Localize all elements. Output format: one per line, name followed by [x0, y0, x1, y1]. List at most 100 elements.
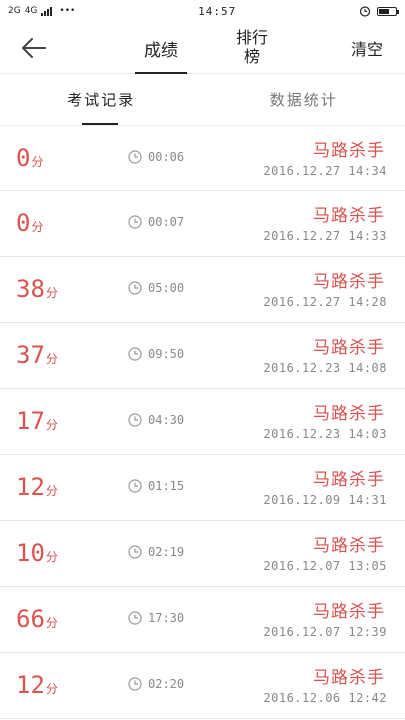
alarm-icon	[359, 6, 371, 17]
sub-tabs: 考试记录 数据统计	[0, 74, 405, 126]
record-date: 2016.12.06 12:42	[263, 691, 387, 705]
record-row[interactable]: 17分 04:30 马路杀手 2016.12.23 14:03	[0, 389, 405, 455]
duration: 17:30	[128, 611, 184, 625]
score-unit: 分	[45, 484, 58, 498]
player-name: 马路杀手	[313, 141, 385, 161]
status-bar: 2G 4G ••• 14:57	[0, 0, 405, 22]
record-row[interactable]: 38分 05:00 马路杀手 2016.12.27 14:28	[0, 257, 405, 323]
clock-icon	[128, 677, 142, 691]
record-date: 2016.12.07 12:39	[263, 625, 387, 639]
record-row[interactable]: 66分 17:30 马路杀手 2016.12.07 12:39	[0, 587, 405, 653]
back-button[interactable]	[18, 34, 48, 62]
clock-icon	[128, 545, 142, 559]
score-value: 12分	[16, 473, 58, 501]
nav-bar: 成绩 排行榜 清空	[0, 22, 405, 74]
duration-text: 05:00	[148, 281, 185, 295]
record-date: 2016.12.23 14:08	[263, 361, 387, 375]
record-row[interactable]: 0分 00:06 马路杀手 2016.12.27 14:34	[0, 126, 405, 191]
duration: 02:19	[128, 545, 184, 559]
score-number: 0	[16, 209, 31, 237]
score-value: 10分	[16, 539, 58, 567]
score-number: 0	[16, 144, 31, 172]
duration: 00:06	[128, 150, 184, 164]
player-name: 马路杀手	[313, 602, 385, 622]
nav-tabs: 成绩 排行榜	[132, 22, 274, 74]
duration: 01:15	[128, 479, 184, 493]
score-number: 10	[16, 539, 45, 567]
score-number: 38	[16, 275, 45, 303]
duration-text: 00:07	[148, 215, 185, 229]
duration: 02:20	[128, 677, 184, 691]
score-value: 0分	[16, 209, 43, 237]
duration-text: 09:50	[148, 347, 185, 361]
score-number: 17	[16, 407, 45, 435]
score-unit: 分	[45, 286, 58, 300]
battery-icon	[377, 6, 399, 16]
record-row[interactable]: 0分 00:07 马路杀手 2016.12.27 14:33	[0, 191, 405, 257]
duration: 00:07	[128, 215, 184, 229]
score-unit: 分	[45, 616, 58, 630]
network-4g-label: 4G	[24, 6, 38, 16]
record-date: 2016.12.09 14:31	[263, 493, 387, 507]
player-name: 马路杀手	[313, 338, 385, 358]
clock-icon	[128, 281, 142, 295]
clock-icon	[128, 479, 142, 493]
score-value: 66分	[16, 605, 58, 633]
tab-score-label: 成绩	[144, 40, 178, 61]
player-name: 马路杀手	[313, 272, 385, 292]
status-right	[359, 5, 399, 17]
score-number: 12	[16, 671, 45, 699]
network-2g-label: 2G	[8, 6, 21, 16]
player-name: 马路杀手	[313, 206, 385, 226]
clock-icon	[128, 150, 142, 164]
score-unit: 分	[31, 155, 44, 169]
record-date: 2016.12.07 13:05	[263, 559, 387, 573]
record-row[interactable]: 10分 02:19 马路杀手 2016.12.07 13:05	[0, 521, 405, 587]
tab-data-stats[interactable]: 数据统计	[203, 74, 405, 125]
duration-text: 00:06	[148, 150, 185, 164]
record-date: 2016.12.23 14:03	[263, 427, 387, 441]
tab-ranking-label: 排行榜	[235, 28, 268, 66]
tab-score[interactable]: 成绩	[132, 22, 190, 74]
duration-text: 04:30	[148, 413, 185, 427]
back-arrow-icon	[22, 38, 46, 58]
record-row[interactable]: 12分 01:15 马路杀手 2016.12.09 14:31	[0, 455, 405, 521]
records-list: 0分 00:06 马路杀手 2016.12.27 14:34 0分 00:07 …	[0, 126, 405, 719]
score-unit: 分	[31, 220, 44, 234]
duration: 04:30	[128, 413, 184, 427]
score-value: 38分	[16, 275, 58, 303]
score-number: 12	[16, 473, 45, 501]
clear-button[interactable]: 清空	[351, 36, 383, 60]
clock-icon	[128, 347, 142, 361]
score-unit: 分	[45, 682, 58, 696]
status-time: 14:57	[198, 4, 237, 18]
score-value: 17分	[16, 407, 58, 435]
tab-ranking[interactable]: 排行榜	[230, 28, 274, 66]
signal-icon	[41, 6, 53, 16]
record-row[interactable]: 37分 09:50 马路杀手 2016.12.23 14:08	[0, 323, 405, 389]
duration-text: 17:30	[148, 611, 185, 625]
clock-icon	[128, 413, 142, 427]
record-row[interactable]: 12分 02:20 马路杀手 2016.12.06 12:42	[0, 653, 405, 719]
tab-exam-records[interactable]: 考试记录	[0, 74, 203, 125]
score-unit: 分	[45, 418, 58, 432]
duration-text: 02:19	[148, 545, 185, 559]
clock-icon	[128, 611, 142, 625]
score-value: 0分	[16, 144, 43, 172]
duration-text: 02:20	[148, 677, 185, 691]
status-left: 2G 4G •••	[8, 6, 75, 16]
record-date: 2016.12.27 14:34	[263, 164, 387, 178]
score-value: 12分	[16, 671, 58, 699]
record-date: 2016.12.27 14:28	[263, 295, 387, 309]
score-unit: 分	[45, 550, 58, 564]
more-dots-icon: •••	[59, 6, 76, 16]
tab-data-stats-label: 数据统计	[269, 91, 338, 109]
duration: 05:00	[128, 281, 184, 295]
duration: 09:50	[128, 347, 184, 361]
clock-icon	[128, 215, 142, 229]
score-number: 66	[16, 605, 45, 633]
score-value: 37分	[16, 341, 58, 369]
player-name: 马路杀手	[313, 404, 385, 424]
record-date: 2016.12.27 14:33	[263, 229, 387, 243]
player-name: 马路杀手	[313, 470, 385, 490]
